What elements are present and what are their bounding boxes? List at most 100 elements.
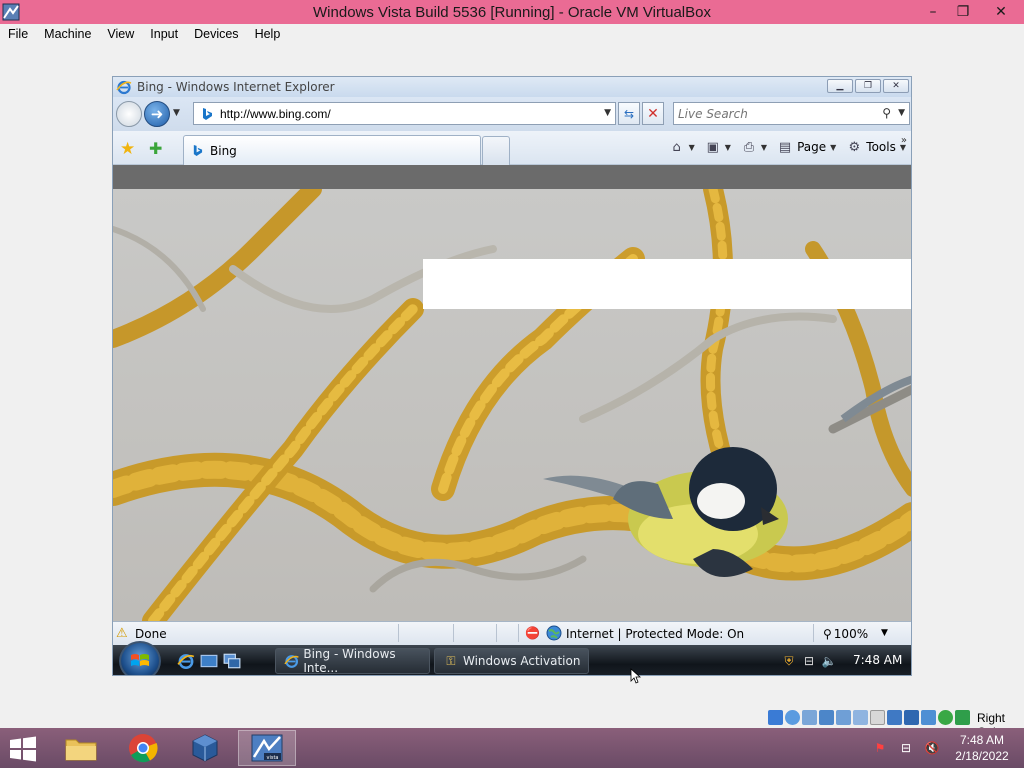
- host-vista-vm[interactable]: vista: [238, 730, 296, 766]
- ie-minimize-button[interactable]: ▁: [827, 79, 853, 93]
- refresh-button[interactable]: ⇆: [618, 102, 640, 125]
- restore-button[interactable]: ❐: [948, 0, 978, 24]
- forward-button[interactable]: ➜: [144, 101, 170, 127]
- display-icon[interactable]: [870, 710, 885, 725]
- vista-clock[interactable]: 7:48 AM: [853, 653, 902, 667]
- network-icon[interactable]: ⊟: [898, 740, 914, 756]
- menu-file[interactable]: File: [0, 27, 36, 41]
- host-clock[interactable]: 7:48 AM 2/18/2022: [952, 732, 1012, 764]
- status-separator: [813, 624, 814, 642]
- search-icon[interactable]: ⚲: [882, 106, 891, 120]
- ie-logo-icon: [116, 80, 132, 95]
- audio-icon[interactable]: [802, 710, 817, 725]
- zoom-icon: ⚲: [823, 627, 832, 641]
- tab-bing[interactable]: Bing: [183, 135, 481, 165]
- tools-menu-label: Tools: [866, 140, 896, 154]
- zoom-level: 100%: [833, 627, 869, 641]
- usb-icon[interactable]: [836, 710, 851, 725]
- host-time: 7:48 AM: [959, 733, 1005, 747]
- cpu-icon[interactable]: [921, 710, 936, 725]
- address-bar[interactable]: http://www.bing.com/ ▼: [193, 102, 616, 125]
- taskbar-item-ie[interactable]: Bing - Windows Inte...: [275, 647, 430, 675]
- ie-titlebar: Bing - Windows Internet Explorer ▁ ❐ ✕: [113, 77, 911, 97]
- new-tab-button[interactable]: [482, 136, 510, 165]
- address-text[interactable]: http://www.bing.com/: [220, 107, 331, 121]
- tools-menu-button[interactable]: ⚙ Tools ▼: [843, 139, 909, 155]
- virtualbox-titlebar: Windows Vista Build 5536 [Running] - Ora…: [0, 0, 1024, 24]
- page-menu-button[interactable]: ▤ Page ▼: [774, 139, 839, 155]
- security-zone-text[interactable]: Internet | Protected Mode: On: [566, 627, 744, 641]
- back-button[interactable]: [116, 101, 142, 127]
- host-taskbar: vista ⚑ ⊟ 🔇 7:48 AM 2/18/2022: [0, 728, 1024, 768]
- minimize-icon: ▁: [836, 81, 844, 91]
- virtualbox-cube-icon: [192, 734, 218, 762]
- search-input[interactable]: [678, 106, 868, 121]
- restore-icon: ❐: [863, 81, 873, 91]
- menu-machine[interactable]: Machine: [36, 27, 99, 41]
- menu-input[interactable]: Input: [142, 27, 186, 41]
- zoom-dropdown[interactable]: ▼: [881, 628, 888, 638]
- ie-status-bar: ⚠ Done ⛔ Internet | Protected Mode: On ⚲…: [113, 621, 911, 645]
- chevron-more-icon[interactable]: »: [901, 135, 907, 146]
- mouse-cursor-icon: [630, 668, 642, 684]
- address-dropdown[interactable]: ▼: [604, 108, 611, 118]
- add-star-icon[interactable]: ✚: [149, 139, 162, 158]
- history-dropdown[interactable]: ▼: [173, 108, 180, 118]
- host-virtualbox[interactable]: [176, 730, 234, 766]
- stop-button[interactable]: ✕: [642, 102, 664, 125]
- home-button[interactable]: ⌂ ▼: [666, 139, 698, 155]
- popup-blocked-icon[interactable]: ⛔: [525, 626, 540, 640]
- close-icon: ✕: [892, 81, 900, 91]
- zoom-control[interactable]: ⚲ 100%: [823, 627, 868, 641]
- host-file-explorer[interactable]: [52, 730, 110, 766]
- close-button[interactable]: ✕: [978, 0, 1024, 24]
- print-button[interactable]: ⎙ ▼: [738, 139, 770, 155]
- ie-close-button[interactable]: ✕: [883, 79, 909, 93]
- taskbar-item-label: Bing - Windows Inte...: [303, 647, 396, 675]
- keyboard-capture-icon[interactable]: [955, 710, 970, 725]
- restore-icon: ❐: [956, 4, 970, 20]
- vista-start-button[interactable]: [119, 641, 161, 675]
- menu-help[interactable]: Help: [247, 27, 289, 41]
- shared-folders-icon[interactable]: [853, 710, 868, 725]
- hard-disk-icon[interactable]: [768, 710, 783, 725]
- menu-devices[interactable]: Devices: [186, 27, 246, 41]
- svg-text:vista: vista: [267, 755, 279, 761]
- network-icon[interactable]: ⊟: [801, 653, 817, 669]
- web-content[interactable]: [113, 165, 911, 621]
- search-box[interactable]: ⚲ ▼: [673, 102, 910, 125]
- bing-search-panel[interactable]: [423, 259, 911, 309]
- status-separator: [398, 624, 399, 642]
- optical-drive-icon[interactable]: [785, 710, 800, 725]
- taskbar-item-activation[interactable]: ⚿ Windows Activation: [434, 648, 589, 674]
- warning-icon[interactable]: ⚠: [116, 626, 128, 641]
- volume-muted-icon[interactable]: 🔇: [924, 740, 940, 756]
- rss-icon: ▣: [706, 139, 719, 155]
- feeds-button[interactable]: ▣ ▼: [702, 139, 734, 155]
- ie-restore-button[interactable]: ❐: [855, 79, 881, 93]
- virtualization-icon[interactable]: [904, 710, 919, 725]
- bing-b-icon: [198, 105, 216, 123]
- volume-icon[interactable]: 🔈: [821, 653, 837, 669]
- menu-view[interactable]: View: [99, 27, 142, 41]
- ie-logo-icon[interactable]: [177, 652, 195, 670]
- home-icon: ⌂: [672, 139, 681, 155]
- host-chrome[interactable]: [114, 730, 172, 766]
- switch-windows-icon[interactable]: [223, 652, 241, 670]
- window-title: Windows Vista Build 5536 [Running] - Ora…: [313, 4, 711, 21]
- vista-vm-icon: vista: [251, 734, 283, 762]
- printer-icon: ⎙: [743, 139, 755, 155]
- windows-logo-icon: [131, 654, 149, 666]
- windows-logo-icon[interactable]: [8, 736, 38, 762]
- star-icon[interactable]: ★: [120, 139, 135, 159]
- action-center-flag-icon[interactable]: ⚑: [872, 740, 888, 756]
- status-text: Done: [135, 627, 167, 641]
- network-adapter-icon[interactable]: [819, 710, 834, 725]
- guest-screen[interactable]: Bing - Windows Internet Explorer ▁ ❐ ✕ ➜…: [112, 76, 912, 676]
- minimize-button[interactable]: –: [918, 0, 948, 24]
- search-provider-dropdown[interactable]: ▼: [898, 108, 905, 118]
- mouse-integration-icon[interactable]: [938, 710, 953, 725]
- show-desktop-icon[interactable]: [200, 652, 218, 670]
- security-shield-icon[interactable]: ⛨: [781, 653, 797, 669]
- video-capture-icon[interactable]: [887, 710, 902, 725]
